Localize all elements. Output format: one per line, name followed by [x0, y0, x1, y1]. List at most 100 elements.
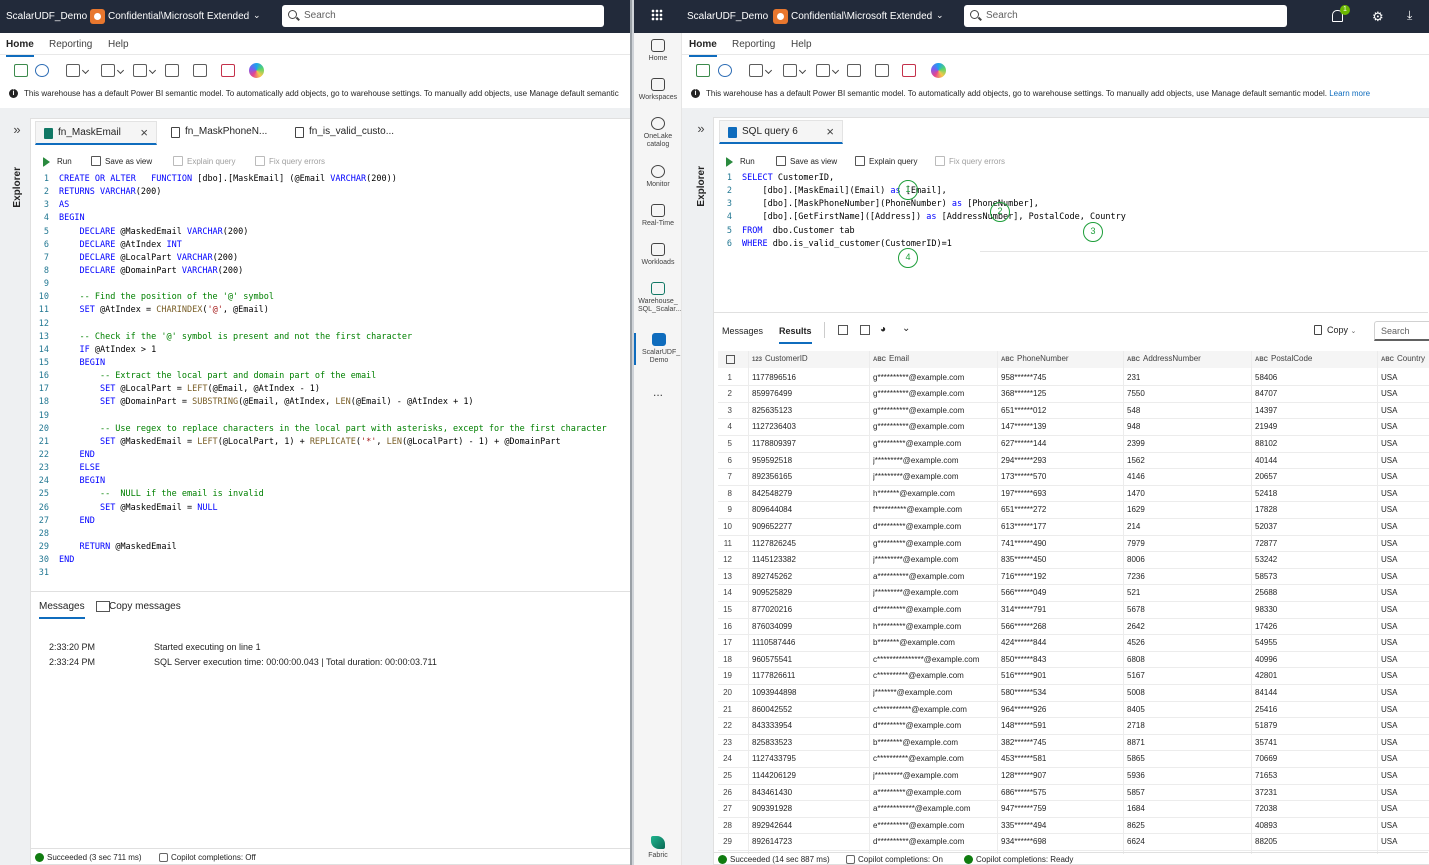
table-cell[interactable]: 17828	[1255, 502, 1377, 519]
search-input[interactable]: Search	[964, 5, 1287, 27]
table-cell[interactable]: 566******049	[1001, 585, 1123, 602]
table-cell[interactable]: 860042552	[752, 702, 869, 719]
table-cell[interactable]: 148******591	[1001, 718, 1123, 735]
new-sql-query-icon[interactable]	[101, 64, 115, 77]
table-row[interactable]: 29 892614723 d**********@example.com 934***…	[718, 834, 1429, 851]
table-row[interactable]: 3 825635123 g**********@example.com 651****…	[718, 403, 1429, 420]
table-cell[interactable]: USA	[1381, 419, 1426, 436]
nav-workloads[interactable]: Workloads	[634, 243, 682, 267]
table-cell[interactable]: 37231	[1255, 785, 1377, 802]
table-cell[interactable]: 128******907	[1001, 768, 1123, 785]
table-cell[interactable]: d*********@example.com	[873, 519, 997, 536]
table-cell[interactable]: 5857	[1127, 785, 1251, 802]
column-header[interactable]: ABC Country	[1381, 351, 1426, 369]
sensitivity-label[interactable]: Confidential\Microsoft Extended	[108, 11, 249, 22]
nav-onelake-catalog[interactable]: OneLake catalog	[634, 117, 682, 149]
table-cell[interactable]: 5167	[1127, 668, 1251, 685]
select-all-icon[interactable]	[726, 355, 735, 364]
table-cell[interactable]: 25416	[1255, 702, 1377, 719]
table-cell[interactable]: 1127826245	[752, 536, 869, 553]
code-line[interactable]: 16 -- Extract the local part and domain …	[31, 370, 630, 383]
table-cell[interactable]: 17426	[1255, 619, 1377, 636]
table-row[interactable]: 7 892356165 j*********@example.com 173*****…	[718, 469, 1429, 486]
table-cell[interactable]: 40996	[1255, 652, 1377, 669]
code-line[interactable]: 6 DECLARE @AtIndex INT	[31, 239, 630, 252]
table-cell[interactable]: 88205	[1255, 834, 1377, 851]
code-line[interactable]: 23 ELSE	[31, 462, 630, 475]
reporting-icon[interactable]	[193, 64, 207, 77]
binoculars-icon[interactable]: ◕	[880, 324, 886, 335]
save-as-view-button[interactable]: Save as view	[776, 156, 837, 166]
code-line[interactable]: 18 SET @DomainPart = SUBSTRING(@Email, @…	[31, 396, 630, 409]
table-cell[interactable]: 2718	[1127, 718, 1251, 735]
table-cell[interactable]: 835******450	[1001, 552, 1123, 569]
table-cell[interactable]: b********@example.com	[873, 735, 997, 752]
table-cell[interactable]: 686******575	[1001, 785, 1123, 802]
table-cell[interactable]: 58573	[1255, 569, 1377, 586]
table-row[interactable]: 23 825833523 b********@example.com 382*****…	[718, 735, 1429, 752]
tab-messages[interactable]: Messages	[722, 326, 763, 336]
new-sql-query-icon[interactable]	[783, 64, 797, 77]
table-cell[interactable]: 52418	[1255, 486, 1377, 503]
explain-query-button[interactable]: Explain query	[855, 156, 917, 166]
new-visual-query-icon[interactable]	[133, 64, 147, 77]
run-button[interactable]: Run	[43, 157, 72, 167]
table-cell[interactable]: 1562	[1127, 453, 1251, 470]
table-row[interactable]: 15 877020216 d*********@example.com 314****…	[718, 602, 1429, 619]
table-cell[interactable]: d**********@example.com	[873, 834, 997, 851]
table-cell[interactable]: 368******125	[1001, 386, 1123, 403]
code-line[interactable]: 9	[31, 278, 630, 291]
copy-messages-button[interactable]: Copy messages	[109, 601, 181, 612]
code-line[interactable]: 3 [dbo].[MaskPhoneNumber](PhoneNumber) a…	[714, 198, 1428, 211]
table-cell[interactable]: USA	[1381, 469, 1426, 486]
table-cell[interactable]: USA	[1381, 569, 1426, 586]
code-line[interactable]: 30 END	[31, 554, 630, 567]
nav-monitor[interactable]: Monitor	[634, 165, 682, 189]
code-line[interactable]: 24 BEGIN	[31, 475, 630, 488]
grid-view-icon[interactable]	[838, 325, 848, 335]
table-cell[interactable]: 825635123	[752, 403, 869, 420]
table-cell[interactable]: g**********@example.com	[873, 370, 997, 387]
table-cell[interactable]: 1093944898	[752, 685, 869, 702]
table-cell[interactable]: 651******012	[1001, 403, 1123, 420]
expand-icon[interactable]: »	[6, 122, 28, 137]
table-row[interactable]: 22 843333954 d*********@example.com 148****…	[718, 718, 1429, 735]
table-cell[interactable]: c**********@example.com	[873, 751, 997, 768]
table-cell[interactable]: 40893	[1255, 818, 1377, 835]
table-cell[interactable]: 53242	[1255, 552, 1377, 569]
code-line[interactable]: 19	[31, 410, 630, 423]
table-row[interactable]: 16 876034099 h*********@example.com 566****…	[718, 619, 1429, 636]
split-view-icon[interactable]	[860, 325, 870, 335]
code-line[interactable]: 12	[31, 318, 630, 331]
settings-icon[interactable]	[35, 64, 49, 77]
app-launcher-icon[interactable]	[651, 9, 663, 21]
table-cell[interactable]: 825833523	[752, 735, 869, 752]
code-line[interactable]: 1 SELECT CustomerID,	[714, 172, 1428, 185]
table-cell[interactable]: 947******759	[1001, 801, 1123, 818]
nav-real-time[interactable]: Real-Time	[634, 204, 682, 228]
table-cell[interactable]: 651******272	[1001, 502, 1123, 519]
table-cell[interactable]: 892745262	[752, 569, 869, 586]
table-cell[interactable]: c***********@example.com	[873, 702, 997, 719]
chevron-down-icon[interactable]: ⌄	[253, 10, 261, 21]
nav-more[interactable]: ...	[634, 386, 682, 398]
table-row[interactable]: 13 892745262 a**********@example.com 716***…	[718, 569, 1429, 586]
table-cell[interactable]: 859976499	[752, 386, 869, 403]
table-row[interactable]: 14 909525829 j*********@example.com 566****…	[718, 585, 1429, 602]
code-line[interactable]: 31	[31, 567, 630, 580]
table-cell[interactable]: USA	[1381, 834, 1426, 851]
code-line[interactable]: 21 SET @MaskedEmail = LEFT(@LocalPart, 1…	[31, 436, 630, 449]
table-cell[interactable]: d*********@example.com	[873, 718, 997, 735]
table-cell[interactable]: 627******144	[1001, 436, 1123, 453]
table-row[interactable]: 1 1177896516 g**********@example.com 958***…	[718, 370, 1429, 387]
table-cell[interactable]: 1145123382	[752, 552, 869, 569]
table-cell[interactable]: g**********@example.com	[873, 403, 997, 420]
table-cell[interactable]: 4526	[1127, 635, 1251, 652]
table-cell[interactable]: 892356165	[752, 469, 869, 486]
new-visual-query-icon[interactable]	[816, 64, 830, 77]
workspace-title[interactable]: ScalarUDF_Demo	[687, 11, 768, 22]
table-cell[interactable]: 948	[1127, 419, 1251, 436]
table-cell[interactable]: c***************@example.com	[873, 652, 997, 669]
table-cell[interactable]: e**********@example.com	[873, 818, 997, 835]
table-cell[interactable]: 1470	[1127, 486, 1251, 503]
